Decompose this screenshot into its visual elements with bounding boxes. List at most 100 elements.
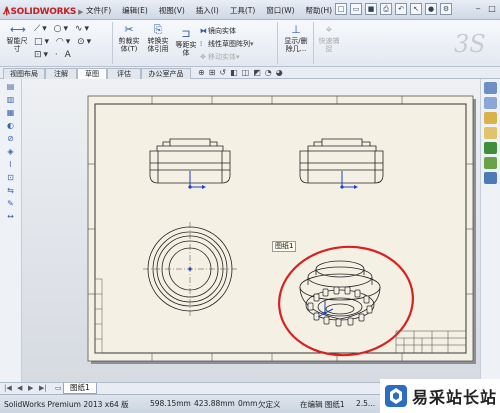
dimension-icon[interactable]: ↔ [4,211,18,222]
annotation-icon[interactable]: ✎ [4,198,18,209]
zoom-area-icon[interactable]: ⊞ [209,68,216,77]
editing-status: 在编辑 图纸1 [300,400,345,409]
design-library-icon[interactable] [484,97,497,109]
offset-entities-button[interactable]: ⊐ 等距实 体 [173,27,199,58]
convert-entities-button[interactable]: ⎘ 转换实 体引用 [144,23,172,54]
break-view-icon[interactable]: ⌇ [4,159,18,170]
ds-logo-icon: Ꙟ [3,6,10,17]
previous-view-icon[interactable]: ↺ [219,68,226,77]
menu-view[interactable]: 视图(V) [159,5,185,16]
product-status: SolidWorks Premium 2013 x64 版 [4,400,129,409]
move-entities-button[interactable]: ✥ 移动实体▾ [200,52,240,62]
drawing-canvas[interactable]: 图纸1 [22,79,480,382]
sheet-page-icon[interactable]: ▭ [55,384,62,392]
smart-dimension-button[interactable]: ⟷ 智能尺 寸 [2,23,32,54]
sheet-tooltip: 图纸1 [272,241,297,252]
definition-state: 欠定义 [258,400,281,409]
cursor-x: 598.15mm [150,399,191,408]
trim-icon: ✂ [124,23,134,36]
quick-snap-icon: ⌖ [325,23,333,36]
prev-sheet-icon[interactable]: ◀ [17,384,22,392]
crop-icon[interactable]: ⊡ [4,172,18,183]
section-icon[interactable]: ⊘ [4,133,18,144]
menu-insert[interactable]: 插入(I) [196,5,219,16]
file-explorer-icon[interactable] [484,112,497,124]
convert-icon: ⎘ [153,23,163,36]
offset-icon: ⊐ [181,27,191,40]
new-file-icon[interactable]: □ [335,3,347,15]
point-tools-row[interactable]: ⊡▾ · A [34,50,109,63]
menu-file[interactable]: 文件(F) [86,5,111,16]
tab-office-products[interactable]: 办公室产品 [141,68,191,79]
print-icon[interactable]: ⎙ [380,3,392,15]
view-orientation-icon[interactable]: ◫ [242,68,250,77]
move-icon: ✥ [200,53,206,61]
open-folder-icon[interactable]: ▭ [350,3,362,15]
menu-bar: 文件(F) 编辑(E) 视图(V) 插入(I) 工具(T) 窗口(W) 帮助(H… [86,5,343,16]
alternate-position-icon[interactable]: ⇆ [4,185,18,196]
linear-pattern-icon: ⁞ [200,40,203,48]
sheet-scale: 2.5... [356,399,376,408]
trim-entities-button[interactable]: ✂ 剪裁实 体(T) [115,23,143,54]
appearances-icon[interactable] [484,142,497,154]
tab-view-layout[interactable]: 视图布局 [3,68,45,79]
view-palette-icon[interactable] [484,127,497,139]
quick-snaps-button[interactable]: ⌖ 快速捕 捉 [315,23,343,54]
linear-pattern-button[interactable]: ⁞ 线性草图阵列▾ [200,39,254,49]
ribbon-separator [112,22,113,64]
drawing-sheet-svg[interactable] [22,79,480,382]
3ds-watermark-icon: 3S [454,30,486,58]
last-sheet-icon[interactable]: ▶| [39,384,47,392]
options-icon[interactable]: ⚙ [440,3,452,15]
drawing-sheet[interactable] [87,95,474,362]
undo-icon[interactable]: ↶ [395,3,407,15]
tab-annotation[interactable]: 注解 [45,68,77,79]
detail-icon[interactable]: ◐ [4,120,18,131]
feature-manager-strip: ▤ ▥ ▦ ◐ ⊘ ◈ ⌇ ⊡ ⇆ ✎ ↔ [0,79,22,382]
svg-text:3S: 3S [454,30,486,58]
sheet-tab-sheet1[interactable]: 图纸1 [63,383,97,394]
menu-help[interactable]: 帮助(H) [306,5,333,16]
sheet-icon[interactable]: ▥ [4,94,18,105]
menu-tools[interactable]: 工具(T) [230,5,255,16]
hide-show-icon[interactable]: ◔ [265,68,272,77]
resources-icon[interactable] [484,82,497,94]
model-view-icon[interactable]: ◈ [4,146,18,157]
zoom-fit-icon[interactable]: ⊕ [198,68,205,77]
save-icon[interactable]: ■ [365,3,377,15]
forum-icon[interactable] [484,172,497,184]
logo-arrow-icon[interactable]: ▶ [78,8,83,16]
site-logo-icon [385,385,407,407]
drawing-tree-icon[interactable]: ▤ [4,81,18,92]
display-delete-relations-button[interactable]: ⊥ 显示/删 除几... [281,23,311,54]
edit-appearance-icon[interactable]: ◕ [276,68,283,77]
rect-tools-row[interactable]: □▾ ◠▾ ⊙▾ [34,37,109,50]
solidworks-logo[interactable]: ꙞSOLIDWORKS ▶ [3,3,84,17]
menu-window[interactable]: 窗口(W) [266,5,294,16]
mirror-entities-button[interactable]: ⧓镜向实体 [200,26,236,36]
view-icon[interactable]: ▦ [4,107,18,118]
relations-icon: ⊥ [291,23,301,36]
mirror-icon: ⧓ [200,27,207,35]
next-sheet-icon[interactable]: ▶ [28,384,33,392]
select-icon[interactable]: ↖ [410,3,422,15]
heads-up-view-toolbar: ⊕ ⊞ ↺ ◧ ◫ ◩ ◔ ◕ [198,68,287,77]
display-style-icon[interactable]: ◩ [253,68,261,77]
cursor-y: 423.88mm [194,399,235,408]
menu-edit[interactable]: 编辑(E) [122,5,148,16]
site-watermark: 易采站长站 [380,379,500,413]
maximize-icon[interactable]: □ [486,3,498,15]
tab-evaluate[interactable]: 评估 [107,68,141,79]
watermark-text: 易采站长站 [412,388,498,407]
ribbon-separator [313,22,314,64]
minimize-icon[interactable]: ‒ [472,3,484,15]
rebuild-icon[interactable]: ● [425,3,437,15]
ribbon-separator [277,22,278,64]
command-manager: ⟷ 智能尺 寸 ⟋▾ ○▾ ∿▾ □▾ ◠▾ ⊙▾ ⊡▾ · A ✂ 剪裁实 体… [0,20,500,67]
quick-access-toolbar: □ ▭ ■ ⎙ ↶ ↖ ● ⚙ [335,3,455,15]
line-tools-row[interactable]: ⟋▾ ○▾ ∿▾ [34,24,109,37]
smart-dimension-icon: ⟷ [10,23,26,36]
custom-properties-icon[interactable] [484,157,497,169]
section-view-icon[interactable]: ◧ [230,68,238,77]
first-sheet-icon[interactable]: |◀ [4,384,12,392]
